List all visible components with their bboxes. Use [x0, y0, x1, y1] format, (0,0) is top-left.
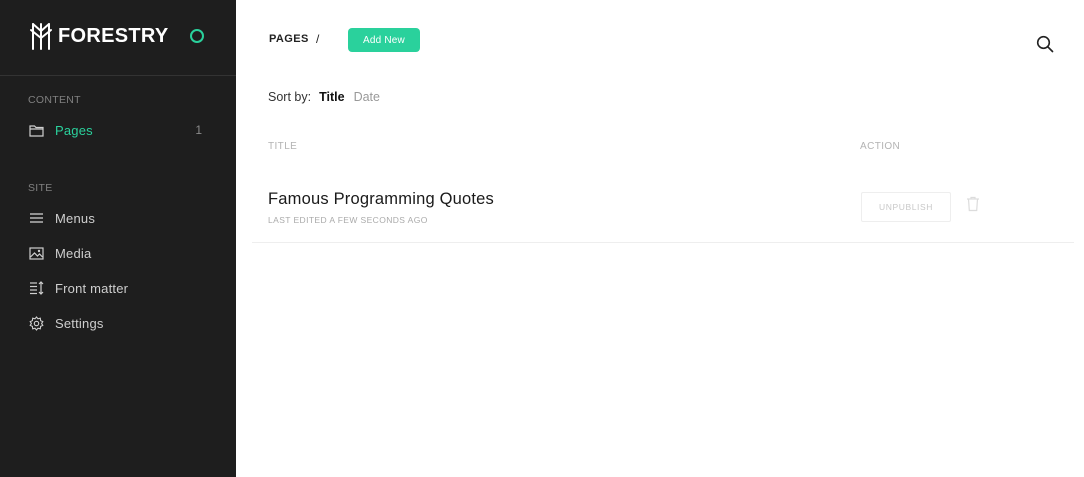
- sidebar-item-label: Pages: [55, 122, 93, 138]
- sidebar-item-label: Menus: [55, 210, 96, 226]
- sidebar-item-label: Front matter: [55, 280, 129, 296]
- image-icon: [28, 245, 44, 261]
- sidebar-item-front-matter[interactable]: Front matter: [28, 276, 208, 300]
- sort-label: Sort by:: [268, 90, 312, 104]
- site-status-indicator[interactable]: [190, 29, 204, 43]
- forestry-logo-icon: [30, 23, 52, 50]
- sort-option-date[interactable]: Date: [354, 90, 380, 104]
- sort-controls: Sort by: Title Date: [268, 90, 380, 104]
- sidebar-item-media[interactable]: Media: [28, 241, 208, 265]
- front-matter-icon: [28, 280, 44, 296]
- sidebar-item-label: Settings: [55, 315, 104, 331]
- sidebar-item-pages[interactable]: Pages 1: [28, 118, 208, 142]
- sidebar-item-label: Media: [55, 245, 92, 261]
- column-header-title: TITLE: [268, 141, 298, 152]
- add-new-button[interactable]: Add New: [348, 28, 420, 52]
- gear-icon: [28, 315, 44, 331]
- trash-icon[interactable]: [966, 196, 982, 214]
- menu-icon: [28, 210, 44, 226]
- breadcrumb[interactable]: PAGES: [269, 33, 309, 45]
- section-label-site: SITE: [28, 182, 53, 194]
- sidebar: FORESTRY CONTENT Pages 1 SITE Menus Medi…: [0, 0, 236, 477]
- brand-name: FORESTRY: [58, 24, 169, 47]
- page-title-link[interactable]: Famous Programming Quotes: [268, 190, 494, 209]
- sidebar-item-settings[interactable]: Settings: [28, 311, 208, 335]
- last-edited-text: LAST EDITED A FEW SECONDS AGO: [268, 215, 428, 225]
- column-header-action: ACTION: [860, 141, 901, 152]
- search-icon[interactable]: [1036, 35, 1056, 55]
- folder-icon: [28, 122, 44, 138]
- table-row: Famous Programming Quotes LAST EDITED A …: [252, 180, 1074, 243]
- sidebar-item-menus[interactable]: Menus: [28, 206, 208, 230]
- main-content: PAGES / Add New Sort by: Title Date TITL…: [236, 0, 1084, 477]
- unpublish-button[interactable]: UNPUBLISH: [861, 192, 951, 222]
- breadcrumb-separator: /: [316, 32, 320, 46]
- pages-count: 1: [195, 123, 202, 137]
- brand[interactable]: FORESTRY: [28, 20, 169, 52]
- sidebar-divider: [0, 75, 236, 76]
- sort-option-title[interactable]: Title: [319, 90, 344, 104]
- section-label-content: CONTENT: [28, 94, 81, 106]
